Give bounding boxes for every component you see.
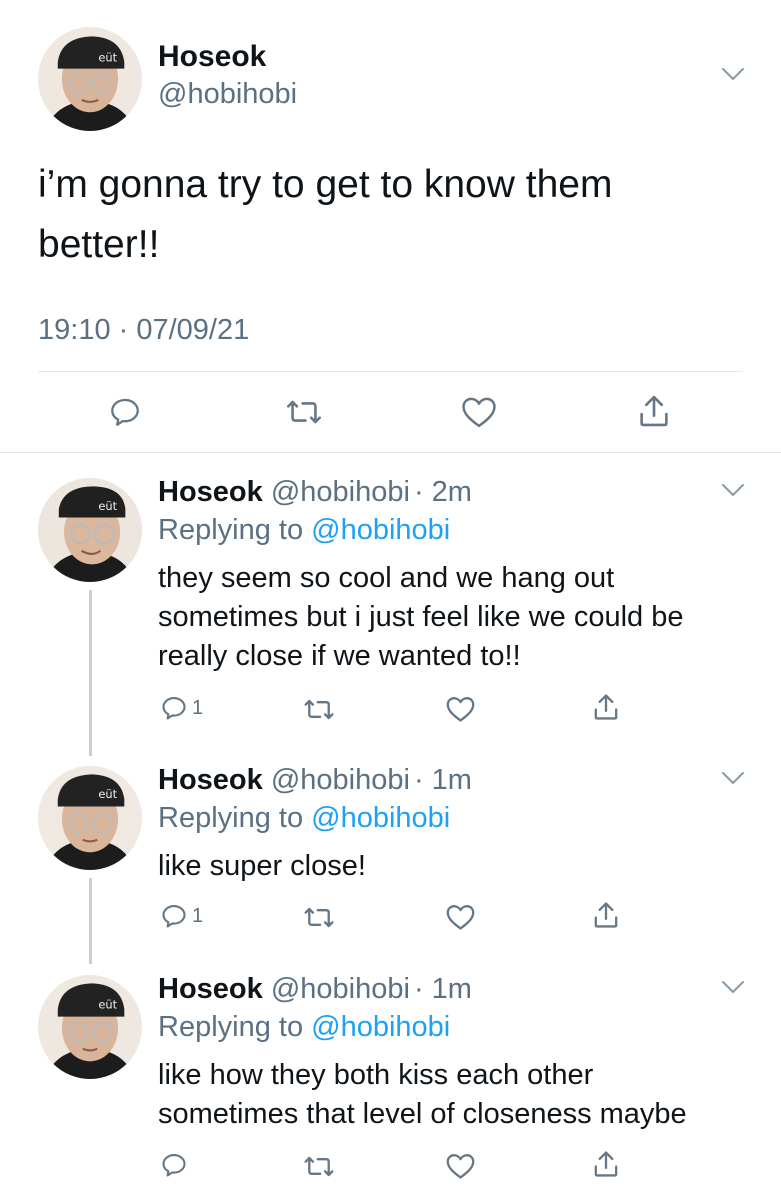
reply-text-line: like how they both kiss each other	[158, 1059, 594, 1091]
reply-header: Hoseok @hobihobi · 1m	[158, 973, 472, 1006]
replying-to-handle[interactable]: @hobihobi	[311, 802, 450, 834]
share-button[interactable]	[592, 691, 620, 723]
retweet-icon	[304, 1156, 334, 1177]
share-button[interactable]	[592, 1148, 620, 1180]
reply-button[interactable]: 1	[160, 902, 203, 930]
reply-header: Hoseok @hobihobi · 1m	[158, 764, 472, 797]
author-name[interactable]: Hoseok	[158, 40, 266, 74]
replying-to: Replying to @hobihobi	[158, 1011, 450, 1044]
share-icon	[594, 902, 618, 928]
share-icon	[594, 1151, 618, 1177]
divider	[38, 371, 743, 372]
like-button[interactable]	[445, 695, 476, 723]
reply-icon	[162, 905, 186, 928]
replying-to-label: Replying to	[158, 514, 304, 546]
tweet-timestamp[interactable]: 19:10 · 07/09/21	[38, 314, 249, 347]
reply-header: Hoseok @hobihobi · 2m	[158, 476, 472, 509]
chevron-down-icon[interactable]	[721, 482, 745, 498]
avatar[interactable]: eüt	[38, 975, 142, 1079]
reply-button[interactable]: 1	[160, 694, 203, 722]
like-button[interactable]	[445, 1152, 476, 1180]
svg-text:eüt: eüt	[98, 499, 117, 513]
replying-to-label: Replying to	[158, 802, 304, 834]
reply-text-line: sometimes that level of closeness maybe	[158, 1098, 687, 1130]
replying-to-handle[interactable]: @hobihobi	[311, 514, 450, 546]
svg-text:eüt: eüt	[98, 997, 117, 1011]
share-icon	[640, 395, 668, 427]
reply-text-line: they seem so cool and we hang out	[158, 562, 615, 594]
profile-photo: eüt	[38, 766, 142, 870]
reply-icon	[162, 1154, 186, 1177]
like-button[interactable]	[460, 395, 498, 429]
chevron-down-icon[interactable]	[721, 979, 745, 995]
reply-time: · 1m	[413, 764, 472, 796]
profile-photo: eüt	[38, 975, 142, 1079]
svg-text:eüt: eüt	[98, 50, 117, 64]
reply-time: · 2m	[413, 476, 472, 508]
thread-line	[89, 878, 92, 964]
retweet-button[interactable]	[302, 905, 336, 930]
like-icon	[446, 1154, 475, 1179]
reply-button[interactable]	[107, 395, 143, 429]
profile-photo: eüt	[38, 27, 142, 131]
replying-to-label: Replying to	[158, 1011, 304, 1043]
svg-text:eüt: eüt	[98, 787, 117, 801]
avatar[interactable]: eüt	[38, 478, 142, 582]
tweet-text-line: better!!	[38, 223, 160, 266]
reply-text-line: really close if we wanted to!!	[158, 640, 521, 672]
profile-photo: eüt	[38, 478, 142, 582]
retweet-icon	[304, 907, 334, 928]
reply-count: 1	[192, 905, 204, 927]
like-icon	[446, 905, 475, 930]
author-name[interactable]: Hoseok	[158, 973, 263, 1005]
replying-to-handle[interactable]: @hobihobi	[311, 1011, 450, 1043]
reply-count: 1	[192, 697, 204, 719]
reply-time: · 1m	[413, 973, 472, 1005]
author-name[interactable]: Hoseok	[158, 476, 263, 508]
retweet-icon	[304, 699, 334, 720]
chevron-down-icon[interactable]	[721, 770, 745, 786]
like-icon	[446, 697, 475, 722]
reply-button[interactable]	[160, 1151, 188, 1179]
replying-to: Replying to @hobihobi	[158, 802, 450, 835]
reply-text-line: sometimes but i just feel like we could …	[158, 601, 684, 633]
avatar[interactable]: eüt	[38, 766, 142, 870]
share-button[interactable]	[592, 899, 620, 931]
share-icon	[594, 694, 618, 720]
thread-line	[89, 590, 92, 756]
share-button[interactable]	[637, 392, 671, 430]
avatar[interactable]: eüt	[38, 27, 142, 131]
chevron-down-icon[interactable]	[721, 66, 745, 82]
tweet-text-line: i’m gonna try to get to know them	[38, 163, 613, 206]
divider	[0, 452, 781, 453]
author-handle[interactable]: @hobihobi	[271, 476, 410, 508]
reply-icon	[111, 398, 139, 426]
retweet-button[interactable]	[302, 1154, 336, 1179]
author-name[interactable]: Hoseok	[158, 764, 263, 796]
retweet-icon	[287, 400, 321, 424]
retweet-button[interactable]	[302, 697, 336, 722]
like-button[interactable]	[445, 903, 476, 931]
reply-text-line: like super close!	[158, 850, 366, 882]
reply-icon	[162, 697, 186, 720]
author-handle[interactable]: @hobihobi	[271, 764, 410, 796]
replying-to: Replying to @hobihobi	[158, 514, 450, 547]
retweet-button[interactable]	[284, 397, 324, 427]
author-handle[interactable]: @hobihobi	[158, 78, 297, 111]
like-icon	[462, 397, 496, 428]
author-handle[interactable]: @hobihobi	[271, 973, 410, 1005]
